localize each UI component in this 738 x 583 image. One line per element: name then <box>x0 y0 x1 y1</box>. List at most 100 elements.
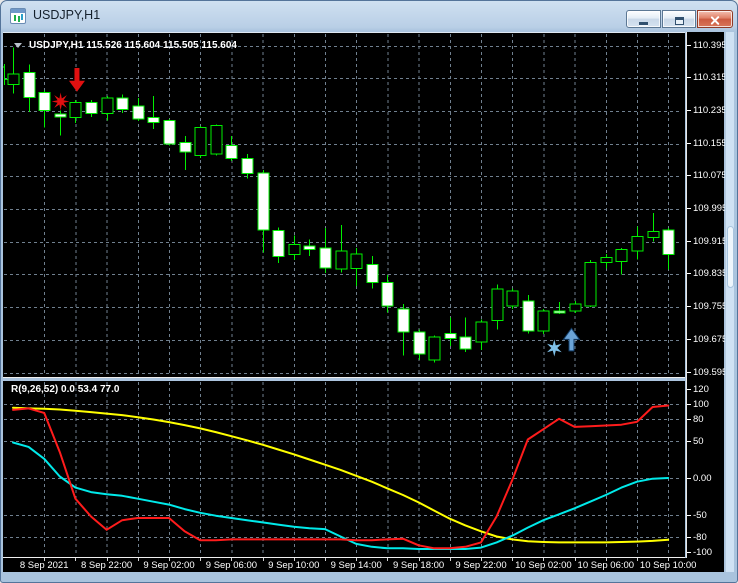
candle <box>273 227 284 263</box>
axis-tick <box>687 372 691 373</box>
price-grid <box>4 47 682 374</box>
vertical-grid <box>45 382 669 555</box>
axis-tick <box>687 339 691 340</box>
time-label: 8 Sep 22:00 <box>71 560 143 571</box>
indicator-tick-label: 80 <box>693 414 704 425</box>
sell-arrow <box>69 68 85 92</box>
price-label: 109.675 <box>693 334 727 345</box>
candle <box>492 285 503 330</box>
candle <box>320 228 331 273</box>
minimize-icon <box>639 22 648 25</box>
candle <box>55 110 66 135</box>
wpr-fast-line <box>13 406 668 549</box>
candle <box>632 227 643 260</box>
candle <box>382 275 393 312</box>
time-label: 9 Sep 02:00 <box>133 560 205 571</box>
sell-star <box>52 93 70 111</box>
price-label: 109.995 <box>693 203 727 214</box>
price-label: 110.395 <box>693 40 727 51</box>
time-label: 9 Sep 10:00 <box>258 560 330 571</box>
window-title: USDJPY,H1 <box>33 8 100 22</box>
candle <box>585 260 596 307</box>
axis-tick <box>687 306 691 307</box>
candle <box>429 336 440 363</box>
restore-icon <box>675 17 684 25</box>
time-label: 9 Sep 14:00 <box>320 560 392 571</box>
candle <box>211 124 222 155</box>
symbol-dropdown-icon[interactable] <box>14 43 22 48</box>
candle <box>289 236 300 261</box>
axis-tick <box>687 175 691 176</box>
candle <box>164 119 175 146</box>
candle <box>663 228 674 269</box>
indicator-label: R(9,26,52) 0.0 53.4 77.0 <box>11 384 119 395</box>
candle <box>258 170 269 253</box>
minimize-button[interactable] <box>626 10 661 28</box>
restore-button[interactable] <box>662 10 696 28</box>
axis-tick <box>687 77 691 78</box>
indicator-tick-label: -80 <box>693 532 707 543</box>
candle <box>460 317 471 352</box>
wpr-slow-line <box>13 408 668 543</box>
axis-tick <box>687 441 691 442</box>
buy-star <box>547 340 562 357</box>
price-label: 109.915 <box>693 236 727 247</box>
candle <box>195 126 206 158</box>
axis-tick <box>687 404 691 405</box>
indicator-tick-label: 0.00 <box>693 473 712 484</box>
wpr-signal-line <box>13 443 668 550</box>
candle <box>616 248 627 275</box>
chart-icon <box>10 8 26 24</box>
indicator-tick-label: -50 <box>693 510 707 521</box>
price-label: 109.835 <box>693 268 727 279</box>
candle <box>133 98 144 121</box>
time-label: 10 Sep 02:00 <box>507 560 579 571</box>
indicator-tick-label: -100 <box>693 547 712 558</box>
price-label: 109.755 <box>693 301 727 312</box>
axis-tick <box>687 110 691 111</box>
indicator-tick-label: 100 <box>693 399 709 410</box>
candle <box>86 100 97 117</box>
chart-ohlc-header: USDJPY,H1 115.526 115.604 115.505 115.60… <box>29 40 237 51</box>
time-axis[interactable]: 8 Sep 20218 Sep 22:009 Sep 02:009 Sep 06… <box>3 558 724 572</box>
price-axis[interactable]: 110.395110.315110.235110.155110.075109.9… <box>686 32 724 572</box>
price-label: 110.075 <box>693 170 727 181</box>
scrollbar-thumb[interactable] <box>727 226 734 288</box>
title-bar[interactable]: USDJPY,H1 <box>1 1 737 31</box>
vertical-scrollbar[interactable] <box>725 32 734 572</box>
candle <box>476 319 487 350</box>
price-label: 110.235 <box>693 105 727 116</box>
chart-window: USDJPY,H1 USDJPY,H1 115.526 115.604 115.… <box>0 0 738 583</box>
time-label: 9 Sep 22:00 <box>445 560 517 571</box>
time-label: 9 Sep 18:00 <box>383 560 455 571</box>
candle <box>601 254 612 268</box>
close-button[interactable] <box>697 10 733 28</box>
axis-tick <box>687 552 691 553</box>
close-icon <box>710 15 721 26</box>
axis-tick <box>687 208 691 209</box>
candle <box>570 301 581 313</box>
candle <box>117 95 128 113</box>
time-label: 10 Sep 06:00 <box>570 560 642 571</box>
candle <box>538 309 549 334</box>
price-chart-panel[interactable]: USDJPY,H1 115.526 115.604 115.505 115.60… <box>3 32 685 378</box>
candles-layer <box>3 48 674 363</box>
candle <box>523 295 534 334</box>
candle <box>24 64 35 112</box>
axis-tick <box>687 273 691 274</box>
vertical-grid <box>45 34 669 376</box>
candle <box>367 256 378 289</box>
candle <box>398 304 409 355</box>
candle <box>414 330 425 361</box>
indicator-panel[interactable]: R(9,26,52) 0.0 53.4 77.0 <box>3 381 685 558</box>
candle <box>8 48 19 94</box>
candle <box>226 136 237 161</box>
candle <box>39 90 50 127</box>
candle <box>351 248 362 286</box>
candle <box>242 154 253 179</box>
time-label: 9 Sep 06:00 <box>195 560 267 571</box>
axis-tick <box>687 389 691 390</box>
candle <box>180 136 191 170</box>
candle <box>70 100 81 123</box>
axis-tick <box>687 45 691 46</box>
